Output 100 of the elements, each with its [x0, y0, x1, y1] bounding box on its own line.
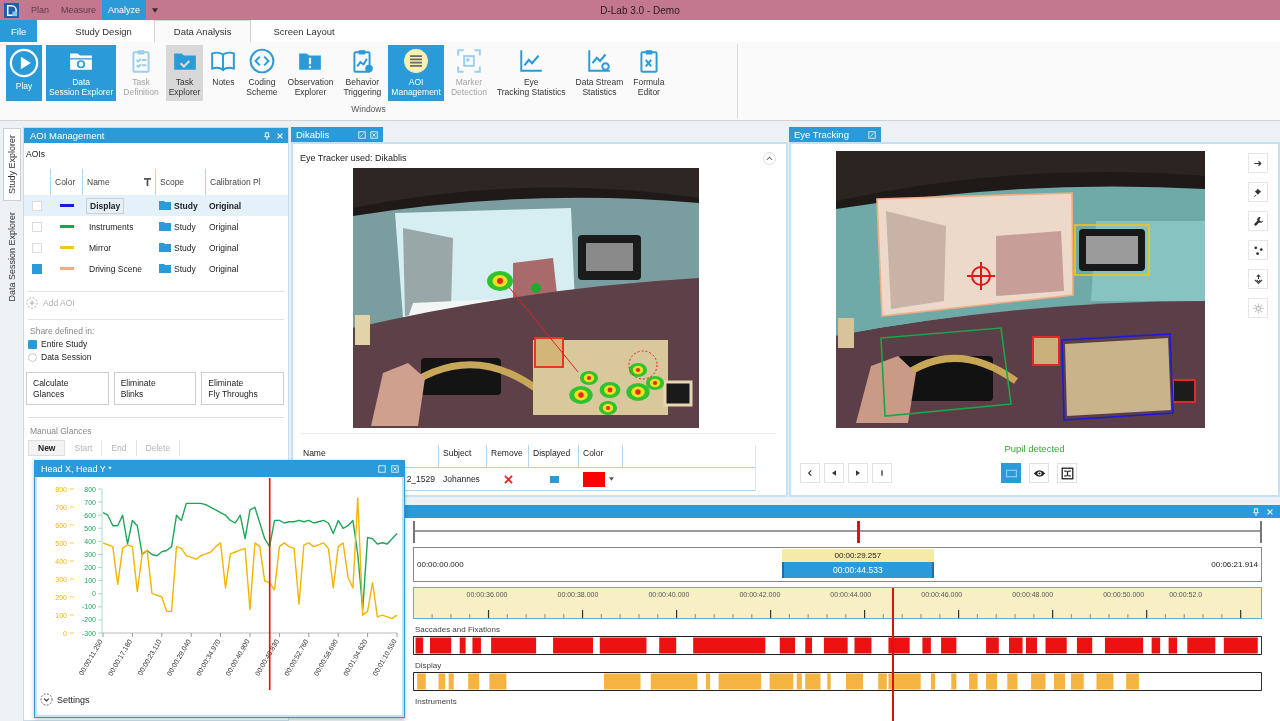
close-icon[interactable]: [276, 131, 284, 140]
eye-tracker-label: Eye Tracker used: Dikablis: [300, 153, 407, 163]
folder-icon: [159, 264, 171, 273]
points-tool-button[interactable]: [1248, 240, 1268, 260]
table-row[interactable]: Mirror Study Original: [24, 237, 288, 258]
ribbon-button[interactable]: Data Stream Statistics: [572, 45, 627, 101]
ribbon-tab[interactable]: Study Design: [55, 20, 152, 42]
table-row[interactable]: Display Study Original: [24, 195, 288, 216]
segment-bar: [415, 637, 424, 654]
previous-button[interactable]: [800, 463, 820, 483]
ribbon-button[interactable]: Behavior Triggering: [340, 45, 385, 101]
restore-icon[interactable]: [868, 130, 876, 139]
settings-button[interactable]: Settings: [40, 693, 90, 706]
ribbon-button[interactable]: Coding Scheme: [243, 45, 281, 101]
ribbon-tab[interactable]: Screen Layout: [253, 20, 355, 42]
glance-button[interactable]: New: [28, 440, 66, 456]
radio-option[interactable]: Data Session: [28, 352, 92, 362]
displayed-checkbox[interactable]: [549, 475, 559, 483]
scope-label: Share defined in:: [30, 326, 95, 336]
close-icon[interactable]: [1266, 507, 1274, 516]
close-icon[interactable]: [391, 465, 399, 473]
ribbon-button[interactable]: Task Explorer: [165, 45, 204, 101]
column-header[interactable]: Color: [583, 448, 604, 458]
column-header[interactable]: Name: [303, 448, 326, 458]
row-checkbox[interactable]: [32, 263, 42, 274]
step-forward-button[interactable]: [872, 463, 892, 483]
segment-bar: [417, 673, 426, 690]
radio-icon[interactable]: [28, 339, 37, 349]
restore-icon[interactable]: [358, 130, 366, 139]
color-swatch-icon[interactable]: [583, 471, 605, 487]
column-header[interactable]: Scope: [160, 177, 185, 187]
column-header[interactable]: Color: [55, 177, 76, 187]
arrows-icon: [1252, 273, 1264, 285]
marker-frame-icon: [455, 48, 482, 74]
track-label: Saccades and Fixations: [415, 625, 500, 634]
ribbon-button[interactable]: Eye Tracking Statistics: [493, 45, 569, 101]
overview-track[interactable]: [413, 521, 1262, 543]
ribbon-group-label: Windows: [351, 104, 386, 114]
window-title: D-Lab 3.0 - Demo: [600, 4, 680, 16]
folder-icon: [159, 243, 171, 252]
panel-title: AOI Management: [30, 130, 106, 141]
crosshair-icon: [966, 261, 996, 291]
segment-bar: [468, 673, 480, 690]
triangle-left-icon: [830, 469, 838, 477]
ribbon-button[interactable]: Notes: [207, 45, 240, 101]
wrench-tool-button[interactable]: [1248, 211, 1268, 231]
radio-icon[interactable]: [28, 352, 37, 362]
column-header[interactable]: Calibration Pl: [210, 177, 261, 187]
table-cell-text: Driving Scene: [88, 262, 143, 276]
table-row[interactable]: Driving Scene Study Original: [24, 258, 288, 279]
table-cell: Study: [174, 263, 196, 274]
table-cell-text: Mirror: [88, 241, 113, 255]
pointer-tool-button[interactable]: [1248, 153, 1268, 173]
side-tab[interactable]: Data Session Explorer: [2, 205, 21, 309]
bar-icon: [878, 469, 886, 477]
column-header[interactable]: Name: [87, 177, 110, 187]
maximize-icon[interactable]: [370, 130, 378, 139]
chart-gear-icon: [586, 48, 613, 74]
segment-bar: [438, 673, 446, 690]
range-start-label: 00:00:00.000: [417, 560, 464, 569]
playhead-marker[interactable]: [856, 521, 860, 543]
side-tab[interactable]: Study Explorer: [2, 128, 21, 202]
segment-bar: [472, 637, 481, 654]
radio-option[interactable]: Entire Study: [28, 339, 88, 349]
code-icon: [248, 48, 275, 74]
action-button[interactable]: Eliminate Blinks: [113, 372, 197, 405]
cross-icon[interactable]: [503, 474, 513, 484]
action-button[interactable]: Calculate Glances: [26, 372, 109, 405]
pin-icon[interactable]: [1252, 507, 1260, 516]
maximize-icon[interactable]: [378, 465, 386, 473]
caret-icon[interactable]: [609, 477, 614, 481]
segment-bar: [1168, 637, 1178, 654]
column-header[interactable]: Subject: [443, 448, 472, 458]
segment-bar: [951, 673, 957, 690]
pin-icon[interactable]: [263, 131, 271, 140]
filter-icon[interactable]: [144, 178, 151, 186]
pin-icon: [1252, 186, 1264, 198]
chevron-left-icon: [806, 469, 814, 477]
column-header[interactable]: Displayed: [533, 448, 571, 458]
app-logo-icon: [4, 2, 19, 18]
frame-icon: [1060, 466, 1074, 480]
step-back-button[interactable]: [824, 463, 844, 483]
table-cell: Original: [209, 242, 239, 253]
column-header[interactable]: Remove: [491, 448, 523, 458]
segment-bar: [986, 673, 998, 690]
time-cursor[interactable]: [891, 588, 894, 721]
table-row[interactable]: Instruments Study Original: [24, 216, 288, 237]
caret-icon[interactable]: [152, 7, 159, 13]
action-button[interactable]: Eliminate Fly Throughs: [201, 372, 284, 405]
track-label: Display: [415, 661, 442, 670]
pin-tool-button[interactable]: [1248, 182, 1268, 202]
ribbon-tab[interactable]: Data Analysis: [153, 20, 252, 42]
segment-bar: [448, 673, 454, 690]
play-button[interactable]: [848, 463, 868, 483]
ribbon-button[interactable]: Formula Editor: [630, 45, 668, 101]
move-tool-button[interactable]: [1248, 269, 1268, 289]
ribbon-button[interactable]: Observation Explorer: [284, 45, 337, 101]
table-cell: Study: [174, 242, 196, 253]
collapse-button[interactable]: [763, 151, 776, 165]
line-chart-icon: [518, 48, 545, 74]
